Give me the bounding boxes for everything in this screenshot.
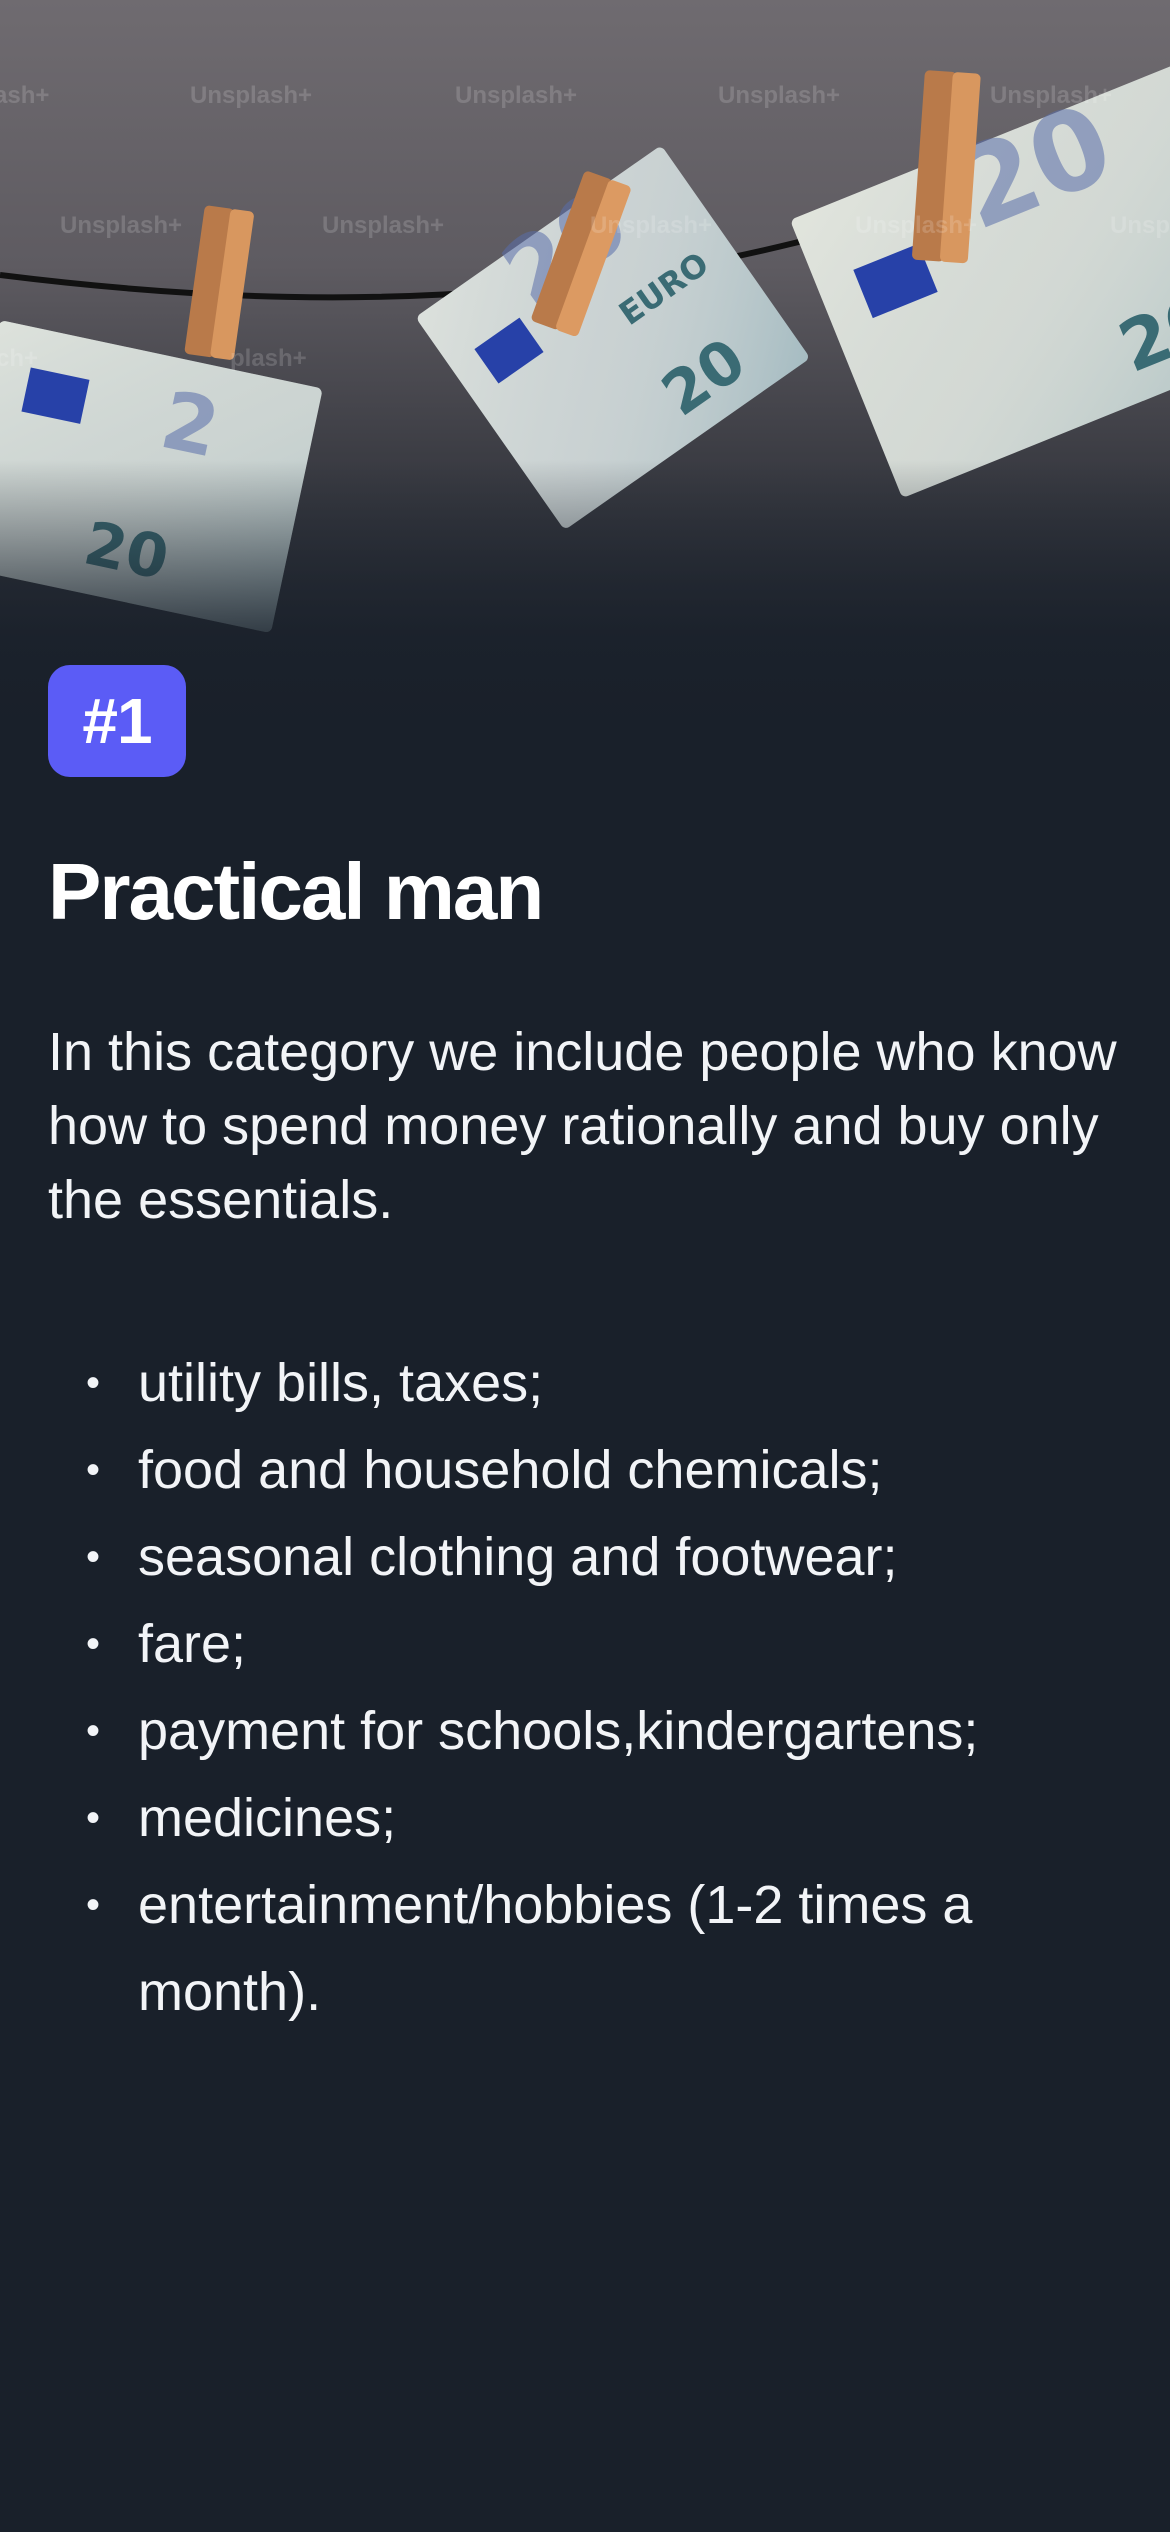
bullet-icon: • [86, 1448, 101, 1492]
page-title: Practical man [48, 847, 544, 936]
list-item-text: fare; [138, 1614, 247, 1674]
bullet-icon: • [86, 1361, 101, 1405]
list-item: • seasonal clothing and footwear; [48, 1514, 1128, 1601]
category-description: In this category we include people who k… [48, 1022, 1117, 1230]
list-item-text: utility bills, taxes; [138, 1353, 544, 1413]
list-item-text: seasonal clothing and footwear; [138, 1527, 898, 1587]
bullet-icon: • [86, 1535, 101, 1579]
clothespin-left [184, 205, 254, 360]
watermark-text: Unsplash+ [855, 212, 978, 239]
watermark-text: ash+ [0, 82, 50, 109]
watermark-text: Unsplash+ [455, 82, 578, 109]
watermark-text: Unsplash+ [60, 212, 183, 239]
hero-image: 20 2 EURO 20 20 20 20 [0, 0, 1170, 760]
list-item: • entertainment/hobbies (1-2 times a mont… [48, 1862, 1128, 2036]
bullet-icon: • [86, 1709, 101, 1753]
list-item: • food and household chemicals; [48, 1427, 1128, 1514]
rank-badge: #1 [48, 665, 186, 777]
bullet-icon: • [86, 1796, 101, 1840]
watermark-text: plash+ [230, 345, 307, 372]
watermark-text: Unsplash+ [322, 212, 445, 239]
list-item-text: food and household chemicals; [138, 1440, 883, 1500]
bullet-icon: • [86, 1622, 101, 1666]
list-item: • utility bills, taxes; [48, 1340, 1128, 1427]
watermark-text: ch+ [0, 345, 39, 372]
list-item: • medicines; [48, 1775, 1128, 1862]
list-item-text: medicines; [138, 1788, 397, 1848]
list-item: • fare; [48, 1601, 1128, 1688]
list-item-text: payment for schools,kindergartens; [138, 1701, 979, 1761]
watermark-text: Unsplash+ [190, 82, 313, 109]
bullet-icon: • [86, 1883, 101, 1927]
watermark-text: Unsplash+ [990, 82, 1113, 109]
list-item-text: entertainment/hobbies (1-2 times a month… [138, 1875, 973, 2022]
watermark-text: Unsplash+ [718, 82, 841, 109]
watermark-text: Unsplash+ [1110, 212, 1170, 239]
essentials-list: • utility bills, taxes; • food and househo… [48, 1340, 1128, 2036]
list-item: • payment for schools,kindergartens; [48, 1688, 1128, 1775]
watermark-text: Unsplash+ [590, 212, 713, 239]
